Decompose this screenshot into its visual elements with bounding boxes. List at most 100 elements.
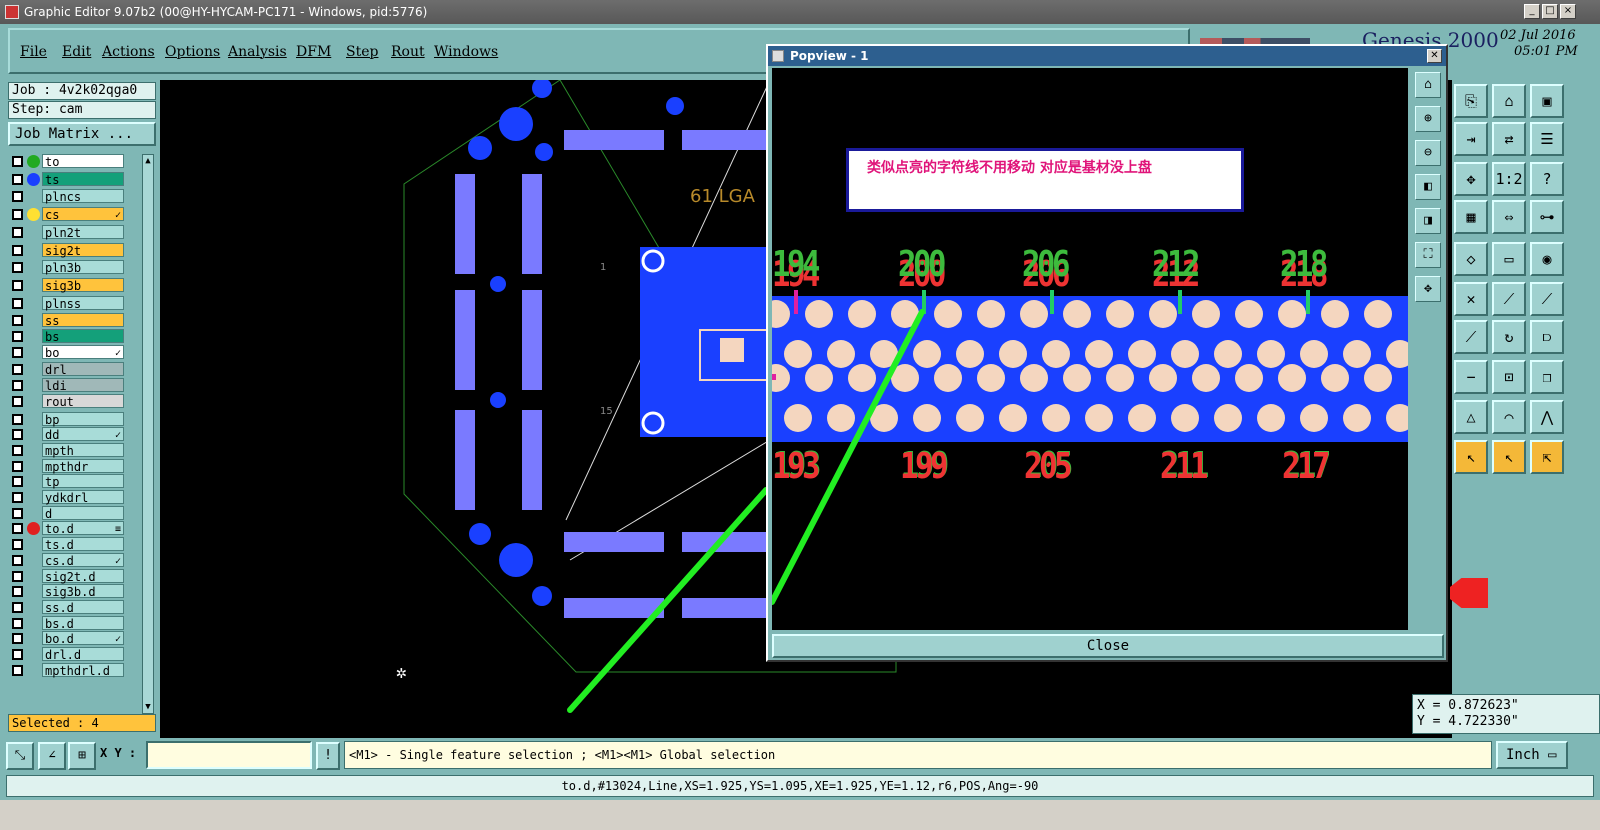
layer-name[interactable]: bo.d ✓ <box>42 631 124 646</box>
maximize-button[interactable]: □ <box>1542 4 1558 19</box>
layer-checkbox[interactable] <box>12 331 23 342</box>
popview-close-icon[interactable]: ✕ <box>1427 49 1442 63</box>
layers-icon[interactable]: ☰ <box>1530 122 1564 156</box>
layer-row-bo-d[interactable]: bo.d ✓ <box>10 631 138 646</box>
layer-checkbox[interactable] <box>12 262 23 274</box>
layer-checkbox[interactable] <box>12 570 23 582</box>
layer-checkbox[interactable] <box>12 523 23 535</box>
minus-icon[interactable]: − <box>1454 360 1488 394</box>
arrow-right-icon[interactable]: ⇥ <box>1454 122 1488 156</box>
layer-row-bp[interactable]: bp <box>10 411 138 427</box>
layer-checkbox[interactable] <box>12 507 23 519</box>
layer-name[interactable]: cs ✓ <box>42 207 124 222</box>
menu-dfm[interactable]: DFM <box>296 44 331 60</box>
fit-icon[interactable]: ⛶ <box>1415 242 1441 268</box>
layer-name[interactable]: bo ✓ <box>42 344 124 360</box>
zoom-home-icon[interactable]: ⌂ <box>1415 72 1441 98</box>
layer-row-to-d[interactable]: to.d ≡ <box>10 521 138 536</box>
layer-checkbox[interactable] <box>12 297 23 309</box>
layer-checkbox[interactable] <box>12 346 23 358</box>
layer-checkbox[interactable] <box>12 633 23 645</box>
menu-options[interactable]: Options <box>165 44 220 60</box>
select-pointer-icon[interactable]: ↖ <box>1492 440 1526 474</box>
stop-icon[interactable] <box>1450 578 1488 608</box>
zoom-box-icon[interactable]: ⤡ <box>6 742 34 770</box>
close-window-button[interactable]: × <box>1560 4 1576 19</box>
layer-name[interactable]: mpthdrl.d <box>42 662 124 678</box>
layer-name[interactable]: drl.d <box>42 647 124 662</box>
layer-name[interactable]: bs.d <box>42 615 124 631</box>
angle-icon[interactable]: ∠ <box>38 742 66 770</box>
open-icon[interactable]: ⎘ <box>1454 84 1488 118</box>
layer-name[interactable]: ldi <box>42 378 124 393</box>
layer-checkbox[interactable] <box>12 664 23 676</box>
layer-name[interactable]: ts <box>42 171 124 187</box>
menu-step[interactable]: Step <box>346 44 378 60</box>
menu-analysis[interactable]: Analysis <box>228 44 287 60</box>
layer-name[interactable]: tp <box>42 474 124 489</box>
layer-name[interactable]: rout <box>42 393 124 409</box>
layer-name[interactable]: dd ✓ <box>42 427 124 442</box>
menu-edit[interactable]: Edit <box>62 44 91 60</box>
layer-row-bs-d[interactable]: bs.d <box>10 615 138 631</box>
layer-row-pln3b[interactable]: pln3b <box>10 260 138 275</box>
layer-row-ss[interactable]: ss <box>10 313 138 328</box>
zoom-in-icon[interactable]: ⊕ <box>1415 106 1441 132</box>
polyline-icon[interactable]: ⋀ <box>1530 400 1564 434</box>
layer-checkbox[interactable] <box>12 429 23 441</box>
layer-checkbox[interactable] <box>12 649 23 660</box>
grid-icon[interactable]: ▦ <box>1454 200 1488 234</box>
layer-name[interactable]: ydkdrl <box>42 490 124 505</box>
snap-icon[interactable]: ◉ <box>1530 242 1564 276</box>
ruler-icon[interactable]: ▭ <box>1492 242 1526 276</box>
layer-row-ldi[interactable]: ldi <box>10 378 138 393</box>
layer-checkbox[interactable] <box>12 395 23 407</box>
layer-name[interactable]: plncs <box>42 189 124 204</box>
home-icon[interactable]: ⌂ <box>1492 84 1526 118</box>
layer-name[interactable]: to <box>42 154 124 169</box>
layer-name[interactable]: pln3b <box>42 260 124 275</box>
rotate-icon[interactable]: ↻ <box>1492 320 1526 354</box>
arc-icon[interactable]: ⌒ <box>1492 400 1526 434</box>
layer-row-sig3b-d[interactable]: sig3b.d <box>10 584 138 599</box>
layer-row-pln2t[interactable]: pln2t <box>10 224 138 240</box>
layer-checkbox[interactable] <box>12 460 23 472</box>
unit-selector[interactable]: Inch ▭ <box>1496 741 1568 769</box>
scale-icon[interactable]: 1:2 <box>1492 162 1526 196</box>
layer-name[interactable]: sig3b.d <box>42 584 124 599</box>
frame-icon[interactable]: ⊡ <box>1492 360 1526 394</box>
scroll-up-icon[interactable]: ▲ <box>143 156 153 166</box>
layer-checkbox[interactable] <box>12 413 23 425</box>
layer-name[interactable]: pln2t <box>42 224 124 240</box>
layer-scrollbar[interactable]: ▲ ▼ <box>142 154 154 714</box>
layer-row-d[interactable]: d <box>10 505 138 521</box>
layer-checkbox[interactable] <box>12 476 23 488</box>
popview-close-button[interactable]: Close <box>772 634 1444 658</box>
cross-icon[interactable]: ✕ <box>1454 282 1488 316</box>
layer-name[interactable]: bs <box>42 329 124 344</box>
layer-checkbox[interactable] <box>12 601 23 613</box>
layer-row-sig2t[interactable]: sig2t <box>10 242 138 258</box>
layer-checkbox[interactable] <box>12 315 23 327</box>
select-multi-icon[interactable]: ⇱ <box>1530 440 1564 474</box>
pan-left-icon[interactable]: ◧ <box>1415 174 1441 200</box>
layer-name[interactable]: mpthdr <box>42 458 124 474</box>
layer-row-drl[interactable]: drl <box>10 362 138 377</box>
layer-checkbox[interactable] <box>12 380 23 392</box>
menu-rout[interactable]: Rout <box>391 44 425 60</box>
copy-icon[interactable]: ❐ <box>1530 360 1564 394</box>
layer-row-tp[interactable]: tp <box>10 474 138 489</box>
line-endpoint-icon[interactable]: ⟋ <box>1530 282 1564 316</box>
measure-icon[interactable]: ⇔ <box>1492 200 1526 234</box>
window-icon[interactable]: ▣ <box>1530 84 1564 118</box>
layer-checkbox[interactable] <box>12 364 23 376</box>
layer-row-sig2t-d[interactable]: sig2t.d <box>10 568 138 584</box>
layer-name[interactable]: to.d ≡ <box>42 521 124 536</box>
layer-row-plnss[interactable]: plnss <box>10 295 138 311</box>
layer-row-rout[interactable]: rout <box>10 393 138 409</box>
layer-row-sig3b[interactable]: sig3b <box>10 277 138 293</box>
layer-row-ts-d[interactable]: ts.d <box>10 537 138 552</box>
fit-screen-icon[interactable]: ✥ <box>1454 162 1488 196</box>
triangle-icon[interactable]: △ <box>1454 400 1488 434</box>
layer-name[interactable]: ss <box>42 313 124 328</box>
